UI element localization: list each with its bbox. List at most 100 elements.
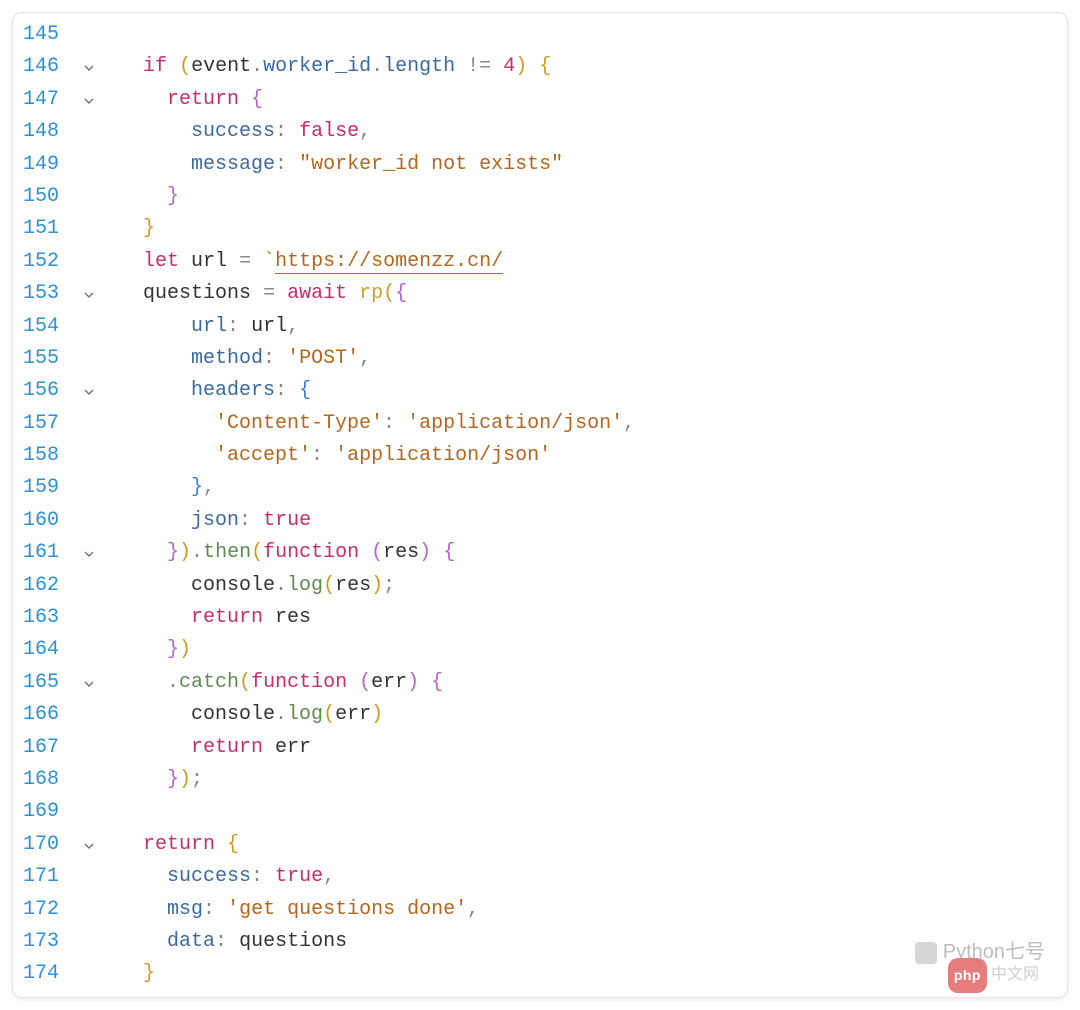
line-number[interactable]: 146 bbox=[13, 51, 83, 83]
code-line[interactable]: 164 }) bbox=[13, 634, 1067, 666]
code-text[interactable]: 'accept': 'application/json' bbox=[109, 440, 1067, 472]
code-text[interactable]: } bbox=[109, 181, 1067, 213]
fold-gutter bbox=[83, 505, 109, 509]
line-number[interactable]: 169 bbox=[13, 796, 83, 828]
code-text[interactable]: method: 'POST', bbox=[109, 343, 1067, 375]
code-line[interactable]: 171 success: true, bbox=[13, 861, 1067, 893]
line-number[interactable]: 166 bbox=[13, 699, 83, 731]
fold-gutter bbox=[83, 764, 109, 768]
line-number[interactable]: 172 bbox=[13, 894, 83, 926]
code-text[interactable]: }).then(function (res) { bbox=[109, 537, 1067, 569]
fold-toggle-icon[interactable] bbox=[83, 667, 109, 703]
code-text[interactable]: success: true, bbox=[109, 861, 1067, 893]
line-number[interactable]: 161 bbox=[13, 537, 83, 569]
fold-gutter bbox=[83, 116, 109, 120]
code-line[interactable]: 150 } bbox=[13, 181, 1067, 213]
line-number[interactable]: 164 bbox=[13, 634, 83, 666]
code-line[interactable]: 154 url: url, bbox=[13, 311, 1067, 343]
line-number[interactable]: 153 bbox=[13, 278, 83, 310]
code-line[interactable]: 169 bbox=[13, 796, 1067, 828]
code-line[interactable]: 160 json: true bbox=[13, 505, 1067, 537]
code-text[interactable]: .catch(function (err) { bbox=[109, 667, 1067, 699]
code-text[interactable]: questions = await rp({ bbox=[109, 278, 1067, 310]
code-text[interactable]: success: false, bbox=[109, 116, 1067, 148]
line-number[interactable]: 150 bbox=[13, 181, 83, 213]
line-number[interactable]: 168 bbox=[13, 764, 83, 796]
code-text[interactable]: return { bbox=[109, 829, 1067, 861]
line-number[interactable]: 155 bbox=[13, 343, 83, 375]
code-line[interactable]: 158 'accept': 'application/json' bbox=[13, 440, 1067, 472]
code-text[interactable]: } bbox=[109, 213, 1067, 245]
line-number[interactable]: 148 bbox=[13, 116, 83, 148]
code-line[interactable]: 157 'Content-Type': 'application/json', bbox=[13, 408, 1067, 440]
line-number[interactable]: 145 bbox=[13, 19, 83, 51]
line-number[interactable]: 165 bbox=[13, 667, 83, 699]
code-line[interactable]: 161 }).then(function (res) { bbox=[13, 537, 1067, 569]
code-line[interactable]: 148 success: false, bbox=[13, 116, 1067, 148]
code-line[interactable]: 170 return { bbox=[13, 829, 1067, 861]
code-editor[interactable]: 145146 if (event.worker_id.length != 4) … bbox=[12, 12, 1068, 998]
line-number[interactable]: 170 bbox=[13, 829, 83, 861]
line-number[interactable]: 152 bbox=[13, 246, 83, 278]
code-text[interactable]: }); bbox=[109, 764, 1067, 796]
line-number[interactable]: 162 bbox=[13, 570, 83, 602]
fold-toggle-icon[interactable] bbox=[83, 375, 109, 411]
line-number[interactable]: 171 bbox=[13, 861, 83, 893]
code-line[interactable]: 155 method: 'POST', bbox=[13, 343, 1067, 375]
code-text[interactable]: }) bbox=[109, 634, 1067, 666]
code-line[interactable]: 168 }); bbox=[13, 764, 1067, 796]
code-line[interactable]: 163 return res bbox=[13, 602, 1067, 634]
code-line[interactable]: 159 }, bbox=[13, 472, 1067, 504]
code-text[interactable]: headers: { bbox=[109, 375, 1067, 407]
line-number[interactable]: 158 bbox=[13, 440, 83, 472]
code-text[interactable]: msg: 'get questions done', bbox=[109, 894, 1067, 926]
fold-gutter bbox=[83, 19, 109, 23]
code-text[interactable]: } bbox=[109, 958, 1067, 990]
code-line[interactable]: 162 console.log(res); bbox=[13, 570, 1067, 602]
code-text[interactable]: }, bbox=[109, 472, 1067, 504]
line-number[interactable]: 174 bbox=[13, 958, 83, 990]
code-line[interactable]: 146 if (event.worker_id.length != 4) { bbox=[13, 51, 1067, 83]
code-line[interactable]: 153 questions = await rp({ bbox=[13, 278, 1067, 310]
fold-toggle-icon[interactable] bbox=[83, 829, 109, 865]
code-line[interactable]: 166 console.log(err) bbox=[13, 699, 1067, 731]
fold-toggle-icon[interactable] bbox=[83, 537, 109, 573]
code-text[interactable]: return res bbox=[109, 602, 1067, 634]
code-line[interactable]: 165 .catch(function (err) { bbox=[13, 667, 1067, 699]
code-text[interactable]: message: "worker_id not exists" bbox=[109, 149, 1067, 181]
code-line[interactable]: 147 return { bbox=[13, 84, 1067, 116]
code-line[interactable]: 151 } bbox=[13, 213, 1067, 245]
line-number[interactable]: 159 bbox=[13, 472, 83, 504]
line-number[interactable]: 160 bbox=[13, 505, 83, 537]
line-number[interactable]: 167 bbox=[13, 732, 83, 764]
line-number[interactable]: 151 bbox=[13, 213, 83, 245]
line-number[interactable]: 173 bbox=[13, 926, 83, 958]
line-number[interactable]: 157 bbox=[13, 408, 83, 440]
line-number[interactable]: 147 bbox=[13, 84, 83, 116]
code-line[interactable]: 167 return err bbox=[13, 732, 1067, 764]
line-number[interactable]: 156 bbox=[13, 375, 83, 407]
fold-toggle-icon[interactable] bbox=[83, 51, 109, 87]
code-line[interactable]: 149 message: "worker_id not exists" bbox=[13, 149, 1067, 181]
code-line[interactable]: 152 let url = `https://somenzz.cn/ bbox=[13, 246, 1067, 278]
code-line[interactable]: 156 headers: { bbox=[13, 375, 1067, 407]
code-line[interactable]: 145 bbox=[13, 19, 1067, 51]
code-text[interactable]: 'Content-Type': 'application/json', bbox=[109, 408, 1067, 440]
fold-toggle-icon[interactable] bbox=[83, 84, 109, 120]
code-text[interactable]: json: true bbox=[109, 505, 1067, 537]
code-text[interactable]: console.log(err) bbox=[109, 699, 1067, 731]
line-number[interactable]: 154 bbox=[13, 311, 83, 343]
code-text[interactable]: url: url, bbox=[109, 311, 1067, 343]
code-text[interactable]: return { bbox=[109, 84, 1067, 116]
code-line[interactable]: 172 msg: 'get questions done', bbox=[13, 894, 1067, 926]
line-number[interactable]: 149 bbox=[13, 149, 83, 181]
code-text[interactable]: if (event.worker_id.length != 4) { bbox=[109, 51, 1067, 83]
code-text[interactable]: data: questions bbox=[109, 926, 1067, 958]
code-text[interactable]: console.log(res); bbox=[109, 570, 1067, 602]
fold-toggle-icon[interactable] bbox=[83, 278, 109, 314]
code-line[interactable]: 173 data: questions bbox=[13, 926, 1067, 958]
code-line[interactable]: 174 } bbox=[13, 958, 1067, 990]
line-number[interactable]: 163 bbox=[13, 602, 83, 634]
code-text[interactable]: let url = `https://somenzz.cn/ bbox=[109, 246, 1067, 278]
code-text[interactable]: return err bbox=[109, 732, 1067, 764]
